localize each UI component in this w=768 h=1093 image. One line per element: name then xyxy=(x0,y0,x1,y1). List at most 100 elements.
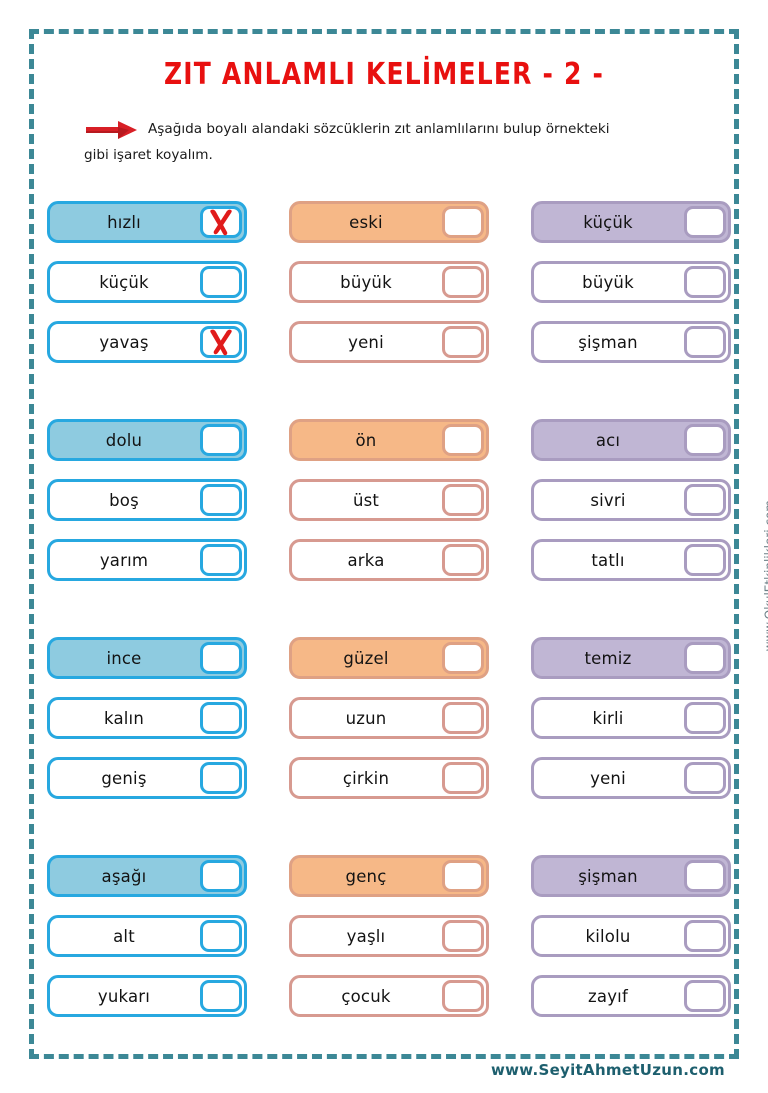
word-item[interactable]: güzel xyxy=(289,637,489,679)
word-item[interactable]: şişman xyxy=(531,855,731,897)
answer-checkbox[interactable] xyxy=(200,860,242,892)
answer-checkbox[interactable] xyxy=(442,860,484,892)
word-item[interactable]: sivri xyxy=(531,479,731,521)
word-item[interactable]: uzun xyxy=(289,697,489,739)
word-item[interactable]: yarım xyxy=(47,539,247,581)
answer-checkbox[interactable] xyxy=(442,702,484,734)
answer-checkbox[interactable] xyxy=(442,980,484,1012)
side-watermark: www.OkulEtkinlikleri.com xyxy=(762,500,768,652)
answer-checkbox[interactable] xyxy=(200,920,242,952)
word-item[interactable]: küçük xyxy=(47,261,247,303)
answer-checkbox[interactable] xyxy=(200,544,242,576)
answer-checkbox[interactable] xyxy=(684,762,726,794)
word-item[interactable]: dolu xyxy=(47,419,247,461)
word-item[interactable]: ön xyxy=(289,419,489,461)
word-item[interactable]: yeni xyxy=(289,321,489,363)
answer-checkbox[interactable] xyxy=(200,326,242,358)
instruction-line-2: gibi işaret koyalım. xyxy=(84,147,213,163)
word-column-orange: genç yaşlı çocuk xyxy=(289,855,489,1017)
word-item[interactable]: kirli xyxy=(531,697,731,739)
answer-checkbox[interactable] xyxy=(684,860,726,892)
answer-checkbox[interactable] xyxy=(684,326,726,358)
word-label: alt xyxy=(113,926,135,946)
word-item[interactable]: yukarı xyxy=(47,975,247,1017)
word-item[interactable]: boş xyxy=(47,479,247,521)
word-label: küçük xyxy=(99,272,149,292)
word-item[interactable]: küçük xyxy=(531,201,731,243)
word-column-blue: ince kalın geniş xyxy=(47,637,247,799)
word-item[interactable]: tatlı xyxy=(531,539,731,581)
answer-checkbox[interactable] xyxy=(200,702,242,734)
word-item[interactable]: büyük xyxy=(289,261,489,303)
word-label: çirkin xyxy=(342,768,390,788)
answer-checkbox[interactable] xyxy=(200,980,242,1012)
word-item[interactable]: yavaş xyxy=(47,321,247,363)
answer-checkbox[interactable] xyxy=(684,424,726,456)
word-label: güzel xyxy=(343,648,389,668)
word-item[interactable]: kalın xyxy=(47,697,247,739)
word-group: hızlı küçük yavaş eski büyük yeni küçük büyük şi… xyxy=(47,201,737,363)
word-label: sivri xyxy=(590,490,626,510)
answer-checkbox[interactable] xyxy=(684,980,726,1012)
word-column-blue: dolu boş yarım xyxy=(47,419,247,581)
word-column-blue: aşağı alt yukarı xyxy=(47,855,247,1017)
word-label: kirli xyxy=(592,708,624,728)
answer-checkbox[interactable] xyxy=(442,484,484,516)
word-item[interactable]: yeni xyxy=(531,757,731,799)
red-right-arrow-icon xyxy=(86,121,137,139)
word-label: büyük xyxy=(582,272,634,292)
answer-checkbox[interactable] xyxy=(442,642,484,674)
word-label: aşağı xyxy=(101,866,147,886)
answer-checkbox[interactable] xyxy=(684,702,726,734)
answer-checkbox[interactable] xyxy=(684,920,726,952)
word-group: dolu boş yarım ön üst arka acı sivri tatlı xyxy=(47,419,737,581)
word-label: şişman xyxy=(578,866,638,886)
answer-checkbox[interactable] xyxy=(442,206,484,238)
word-label: genç xyxy=(345,866,387,886)
answer-checkbox[interactable] xyxy=(200,206,242,238)
word-label: uzun xyxy=(345,708,387,728)
answer-checkbox[interactable] xyxy=(442,920,484,952)
answer-checkbox[interactable] xyxy=(684,544,726,576)
answer-checkbox[interactable] xyxy=(442,266,484,298)
word-item[interactable]: temiz xyxy=(531,637,731,679)
answer-checkbox[interactable] xyxy=(200,424,242,456)
word-label: üst xyxy=(352,490,380,510)
answer-checkbox[interactable] xyxy=(200,484,242,516)
answer-checkbox[interactable] xyxy=(684,484,726,516)
word-item[interactable]: yaşlı xyxy=(289,915,489,957)
answer-checkbox[interactable] xyxy=(442,762,484,794)
answer-checkbox[interactable] xyxy=(200,762,242,794)
word-label: yeni xyxy=(348,332,384,352)
word-item[interactable]: ince xyxy=(47,637,247,679)
answer-checkbox[interactable] xyxy=(442,544,484,576)
word-item[interactable]: hızlı xyxy=(47,201,247,243)
word-item[interactable]: büyük xyxy=(531,261,731,303)
word-item[interactable]: aşağı xyxy=(47,855,247,897)
answer-checkbox[interactable] xyxy=(442,326,484,358)
word-item[interactable]: kilolu xyxy=(531,915,731,957)
word-item[interactable]: zayıf xyxy=(531,975,731,1017)
red-x-mark-icon xyxy=(210,209,232,236)
answer-checkbox[interactable] xyxy=(200,642,242,674)
word-column-purple: küçük büyük şişman xyxy=(531,201,731,363)
word-column-orange: ön üst arka xyxy=(289,419,489,581)
word-item[interactable]: alt xyxy=(47,915,247,957)
word-item[interactable]: üst xyxy=(289,479,489,521)
word-item[interactable]: geniş xyxy=(47,757,247,799)
word-item[interactable]: şişman xyxy=(531,321,731,363)
answer-checkbox[interactable] xyxy=(200,266,242,298)
word-item[interactable]: çirkin xyxy=(289,757,489,799)
word-item[interactable]: acı xyxy=(531,419,731,461)
word-item[interactable]: çocuk xyxy=(289,975,489,1017)
word-item[interactable]: arka xyxy=(289,539,489,581)
word-column-orange: eski büyük yeni xyxy=(289,201,489,363)
answer-checkbox[interactable] xyxy=(442,424,484,456)
answer-checkbox[interactable] xyxy=(684,266,726,298)
word-item[interactable]: genç xyxy=(289,855,489,897)
answer-checkbox[interactable] xyxy=(684,206,726,238)
word-column-blue: hızlı küçük yavaş xyxy=(47,201,247,363)
answer-checkbox[interactable] xyxy=(684,642,726,674)
word-item[interactable]: eski xyxy=(289,201,489,243)
word-label: geniş xyxy=(101,768,147,788)
